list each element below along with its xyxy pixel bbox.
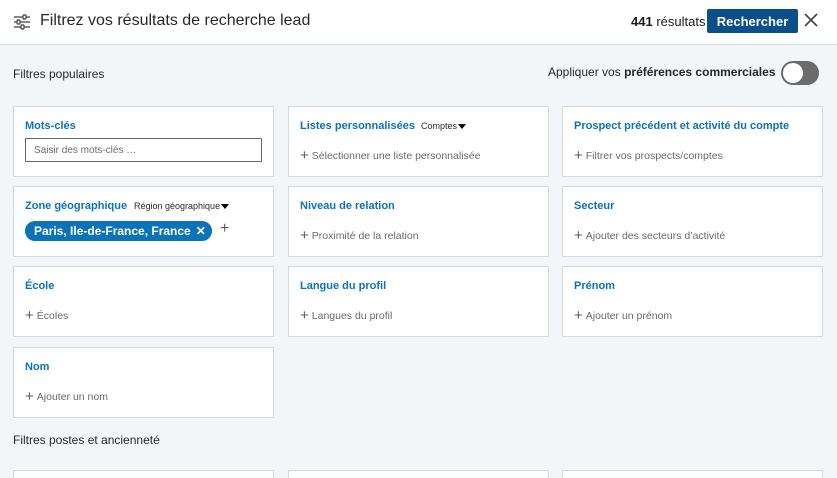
close-icon[interactable]	[803, 12, 819, 28]
prospect-activity-add[interactable]: + Filtrer vos prospects/comptes	[574, 147, 723, 164]
custom-lists-dropdown[interactable]: Comptes	[421, 121, 467, 131]
keywords-card: Mots-clés	[13, 106, 274, 177]
caret-down-icon	[458, 124, 467, 130]
sector-action: Ajouter des secteurs d’activité	[585, 230, 726, 242]
language-add[interactable]: + Langues du profil	[300, 307, 392, 324]
plus-icon: +	[574, 227, 583, 244]
language-label: Langue du profil	[300, 280, 387, 292]
plus-icon: +	[300, 147, 309, 164]
sector-card: Secteur + Ajouter des secteurs d’activité	[562, 186, 823, 257]
search-button[interactable]: Rechercher	[707, 9, 798, 33]
custom-lists-dropdown-value: Comptes	[421, 121, 458, 131]
results-label: résultats	[656, 14, 706, 29]
prospect-activity-label: Prospect précédent et activité du compte	[574, 120, 790, 132]
sector-label: Secteur	[574, 200, 615, 212]
lastname-action: Ajouter un nom	[36, 391, 108, 403]
relation-card: Niveau de relation + Proximité de la rela…	[288, 186, 549, 257]
firstname-card: Prénom + Ajouter un prénom	[562, 266, 823, 337]
partial-card	[562, 470, 823, 478]
caret-down-icon	[221, 204, 230, 210]
geography-dropdown[interactable]: Région géographique	[134, 201, 230, 211]
sliders-icon	[14, 14, 30, 30]
custom-lists-label: Listes personnalisées	[300, 120, 415, 132]
language-action: Langues du profil	[311, 310, 393, 322]
plus-icon: +	[300, 227, 309, 244]
firstname-label: Prénom	[574, 280, 615, 292]
firstname-action: Ajouter un prénom	[585, 310, 673, 322]
popular-filters-title: Filtres populaires	[13, 67, 105, 81]
geography-label: Zone géographique	[25, 200, 128, 212]
geography-dropdown-value: Région géographique	[134, 201, 221, 211]
geography-add-icon[interactable]: +	[220, 220, 229, 238]
school-add[interactable]: + Écoles	[25, 307, 68, 324]
firstname-add[interactable]: + Ajouter un prénom	[574, 307, 672, 324]
custom-lists-card: Listes personnalisées Comptes + Sélection…	[288, 106, 549, 177]
plus-icon: +	[300, 307, 309, 324]
positions-filters-title: Filtres postes et ancienneté	[13, 433, 160, 447]
geography-card: Zone géographique Région géographique Pa…	[13, 186, 274, 257]
language-card: Langue du profil + Langues du profil	[288, 266, 549, 337]
pref-bold: préférences commerciales	[624, 65, 776, 79]
school-label: École	[25, 280, 55, 292]
commercial-preferences-label: Appliquer vos préférences commerciales	[548, 65, 776, 79]
remove-icon[interactable]: ✕	[196, 224, 206, 238]
partial-card	[288, 470, 549, 478]
relation-action: Proximité de la relation	[311, 230, 419, 242]
prospect-activity-card: Prospect précédent et activité du compte…	[562, 106, 823, 177]
relation-add[interactable]: + Proximité de la relation	[300, 227, 419, 244]
school-card: École + Écoles	[13, 266, 274, 337]
results-count: 441 résultats	[631, 14, 705, 29]
results-number: 441	[631, 14, 653, 29]
sector-add[interactable]: + Ajouter des secteurs d’activité	[574, 227, 725, 244]
school-action: Écoles	[36, 310, 69, 322]
partial-card	[13, 470, 274, 478]
keywords-label: Mots-clés	[25, 120, 76, 132]
keywords-input[interactable]	[25, 138, 262, 162]
commercial-preferences-toggle[interactable]	[781, 61, 819, 85]
plus-icon: +	[25, 307, 34, 324]
prospect-activity-action: Filtrer vos prospects/comptes	[585, 150, 723, 162]
lastname-card: Nom + Ajouter un nom	[13, 347, 274, 418]
lastname-add[interactable]: + Ajouter un nom	[25, 388, 108, 405]
plus-icon: +	[574, 307, 583, 324]
custom-lists-action: Sélectionner une liste personnalisée	[311, 150, 481, 162]
pref-prefix: Appliquer vos	[548, 65, 621, 79]
plus-icon: +	[574, 147, 583, 164]
toggle-knob	[783, 63, 803, 83]
custom-lists-add[interactable]: + Sélectionner une liste personnalisée	[300, 147, 480, 164]
lastname-label: Nom	[25, 361, 50, 373]
page-title: Filtrez vos résultats de recherche lead	[40, 12, 311, 29]
relation-label: Niveau de relation	[300, 200, 395, 212]
geography-selected-value: Paris, Ile-de-France, France	[34, 224, 191, 238]
filter-header: Filtrez vos résultats de recherche lead …	[0, 0, 837, 45]
plus-icon: +	[25, 388, 34, 405]
geography-selected-pill[interactable]: Paris, Ile-de-France, France ✕	[25, 221, 212, 241]
